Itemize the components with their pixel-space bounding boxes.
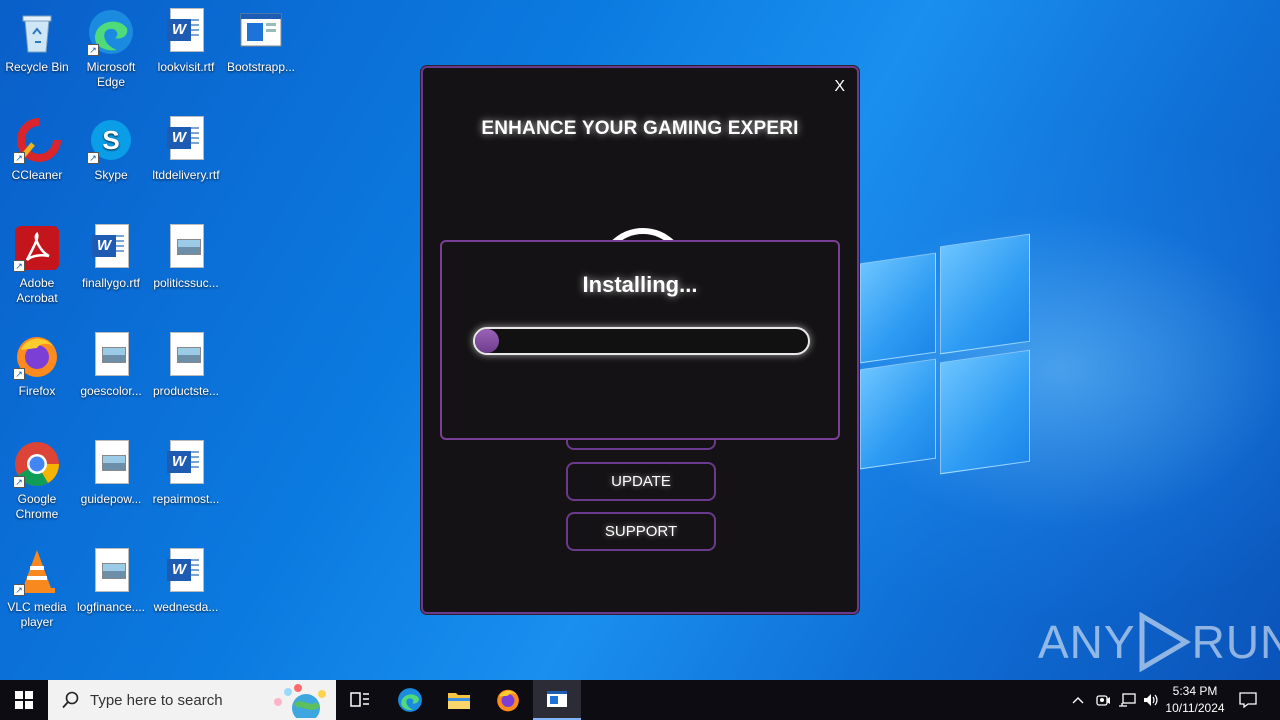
- firefox-icon: [497, 689, 519, 712]
- install-status-title: Installing...: [582, 272, 698, 297]
- icon-label: Bootstrapp...: [226, 60, 296, 74]
- icon-label: guidepow...: [80, 492, 142, 506]
- play-triangle-icon: [1139, 612, 1191, 672]
- image-file-icon: [87, 548, 135, 596]
- word-document-icon: W: [162, 116, 210, 164]
- icon-label: Google Chrome: [15, 492, 59, 521]
- desktop-icon-ccleaner[interactable]: ↗ CCleaner: [0, 116, 74, 183]
- tray-network-button[interactable]: [1116, 680, 1138, 720]
- ccleaner-icon: ↗: [13, 116, 61, 164]
- desktop-icon-bootstrapp[interactable]: Bootstrapp...: [224, 8, 298, 75]
- desktop-icon-politicssuc[interactable]: politicssuc...: [149, 224, 223, 291]
- image-file-icon: [87, 332, 135, 380]
- icon-label: VLC media player: [7, 600, 67, 629]
- taskbar-firefox-button[interactable]: [484, 680, 532, 720]
- search-placeholder: Type here to search: [90, 691, 223, 709]
- vlc-icon: ↗: [13, 548, 61, 596]
- taskbar-clock[interactable]: 5:34 PM 10/11/2024: [1158, 683, 1232, 717]
- image-file-icon: [87, 440, 135, 488]
- taskbar-search-box[interactable]: Type here to search: [48, 680, 336, 720]
- recycle-bin-icon: [13, 8, 61, 56]
- windows-wallpaper-logo: [860, 233, 1030, 480]
- notification-center-button[interactable]: [1232, 680, 1264, 720]
- chevron-up-icon: [1072, 697, 1084, 704]
- desktop-icon-productste[interactable]: productste...: [149, 332, 223, 399]
- icon-label: repairmost...: [152, 492, 220, 506]
- update-button[interactable]: UPDATE: [566, 462, 716, 501]
- taskbar: Type here to search 5:34 PM 10/11/2024: [0, 680, 1280, 720]
- desktop-icon-wednesda[interactable]: W wednesda...: [149, 548, 223, 615]
- taskbar-installer-button[interactable]: [533, 680, 581, 720]
- desktop-icon-lookvisit[interactable]: W lookvisit.rtf: [149, 8, 223, 75]
- window-app-icon: [237, 8, 285, 56]
- show-hidden-icons-button[interactable]: [1068, 680, 1088, 720]
- anyrun-watermark: ANY RUN: [1038, 612, 1280, 672]
- icon-label: Microsoft Edge: [86, 60, 136, 89]
- install-progress-bar: [473, 327, 810, 355]
- chrome-icon: ↗: [13, 440, 61, 488]
- install-progress-fill: [475, 329, 499, 353]
- icon-label: logfinance....: [76, 600, 146, 614]
- icon-label: Skype: [94, 168, 128, 182]
- watermark-text-left: ANY: [1038, 616, 1136, 668]
- icon-label: Recycle Bin: [5, 60, 69, 74]
- icon-label: ltddelivery.rtf: [152, 168, 220, 182]
- watermark-text-right: RUN: [1191, 616, 1280, 668]
- icon-label: politicssuc...: [153, 276, 219, 290]
- task-view-icon: [350, 692, 369, 707]
- close-button[interactable]: X: [834, 78, 845, 96]
- desktop-icon-finallygo[interactable]: W finallygo.rtf: [74, 224, 148, 291]
- icon-label: wednesda...: [153, 600, 219, 614]
- word-document-icon: W: [162, 440, 210, 488]
- skype-icon: S ↗: [87, 116, 135, 164]
- icon-label: Firefox: [18, 384, 56, 398]
- word-document-icon: W: [162, 8, 210, 56]
- desktop-icon-goescolor[interactable]: goescolor...: [74, 332, 148, 399]
- install-dialog: Installing...: [440, 240, 840, 440]
- network-icon: [1119, 693, 1136, 707]
- desktop-icon-repairmost[interactable]: W repairmost...: [149, 440, 223, 507]
- clock-date: 10/11/2024: [1165, 701, 1225, 715]
- desktop-icon-logfinance[interactable]: logfinance....: [74, 548, 148, 615]
- taskbar-edge-button[interactable]: [386, 680, 434, 720]
- clock-time: 5:34 PM: [1172, 684, 1218, 698]
- search-icon: [62, 691, 79, 709]
- installer-app-icon: [547, 691, 567, 707]
- word-document-icon: W: [162, 548, 210, 596]
- icon-label: finallygo.rtf: [81, 276, 141, 290]
- start-button[interactable]: [0, 680, 48, 720]
- edge-icon: [398, 688, 422, 712]
- word-document-icon: W: [87, 224, 135, 272]
- meet-now-icon: [1096, 695, 1110, 706]
- task-view-button[interactable]: [336, 680, 384, 720]
- desktop-icon-microsoft-edge[interactable]: ↗ Microsoft Edge: [74, 8, 148, 90]
- image-file-icon: [162, 332, 210, 380]
- desktop-icon-skype[interactable]: S ↗ Skype: [74, 116, 148, 183]
- file-explorer-icon: [448, 693, 470, 709]
- desktop-icon-adobe-acrobat[interactable]: ↗ Adobe Acrobat: [0, 224, 74, 306]
- icon-label: lookvisit.rtf: [157, 60, 215, 74]
- icon-label: Adobe Acrobat: [16, 276, 58, 305]
- desktop-icon-google-chrome[interactable]: ↗ Google Chrome: [0, 440, 74, 522]
- windows-start-icon: [15, 691, 33, 709]
- taskbar-file-explorer-button[interactable]: [435, 680, 483, 720]
- svg-text:S: S: [102, 125, 119, 155]
- firefox-icon: ↗: [13, 332, 61, 380]
- edge-icon: ↗: [87, 8, 135, 56]
- desktop-icon-vlc[interactable]: ↗ VLC media player: [0, 548, 74, 630]
- notification-icon: [1239, 692, 1257, 708]
- icon-label: goescolor...: [80, 384, 142, 398]
- image-file-icon: [162, 224, 210, 272]
- tray-meet-button[interactable]: [1092, 680, 1114, 720]
- search-highlight-icon: [274, 684, 326, 718]
- desktop-icon-firefox[interactable]: ↗ Firefox: [0, 332, 74, 399]
- icon-label: CCleaner: [11, 168, 63, 182]
- acrobat-icon: ↗: [13, 224, 61, 272]
- installer-title: ENHANCE YOUR GAMING EXPERI: [481, 118, 799, 139]
- desktop-icon-ltddelivery[interactable]: W ltddelivery.rtf: [149, 116, 223, 183]
- desktop-icon-recycle-bin[interactable]: Recycle Bin: [0, 8, 74, 75]
- support-button[interactable]: SUPPORT: [566, 512, 716, 551]
- icon-label: productste...: [152, 384, 220, 398]
- desktop-icon-guidepow[interactable]: guidepow...: [74, 440, 148, 507]
